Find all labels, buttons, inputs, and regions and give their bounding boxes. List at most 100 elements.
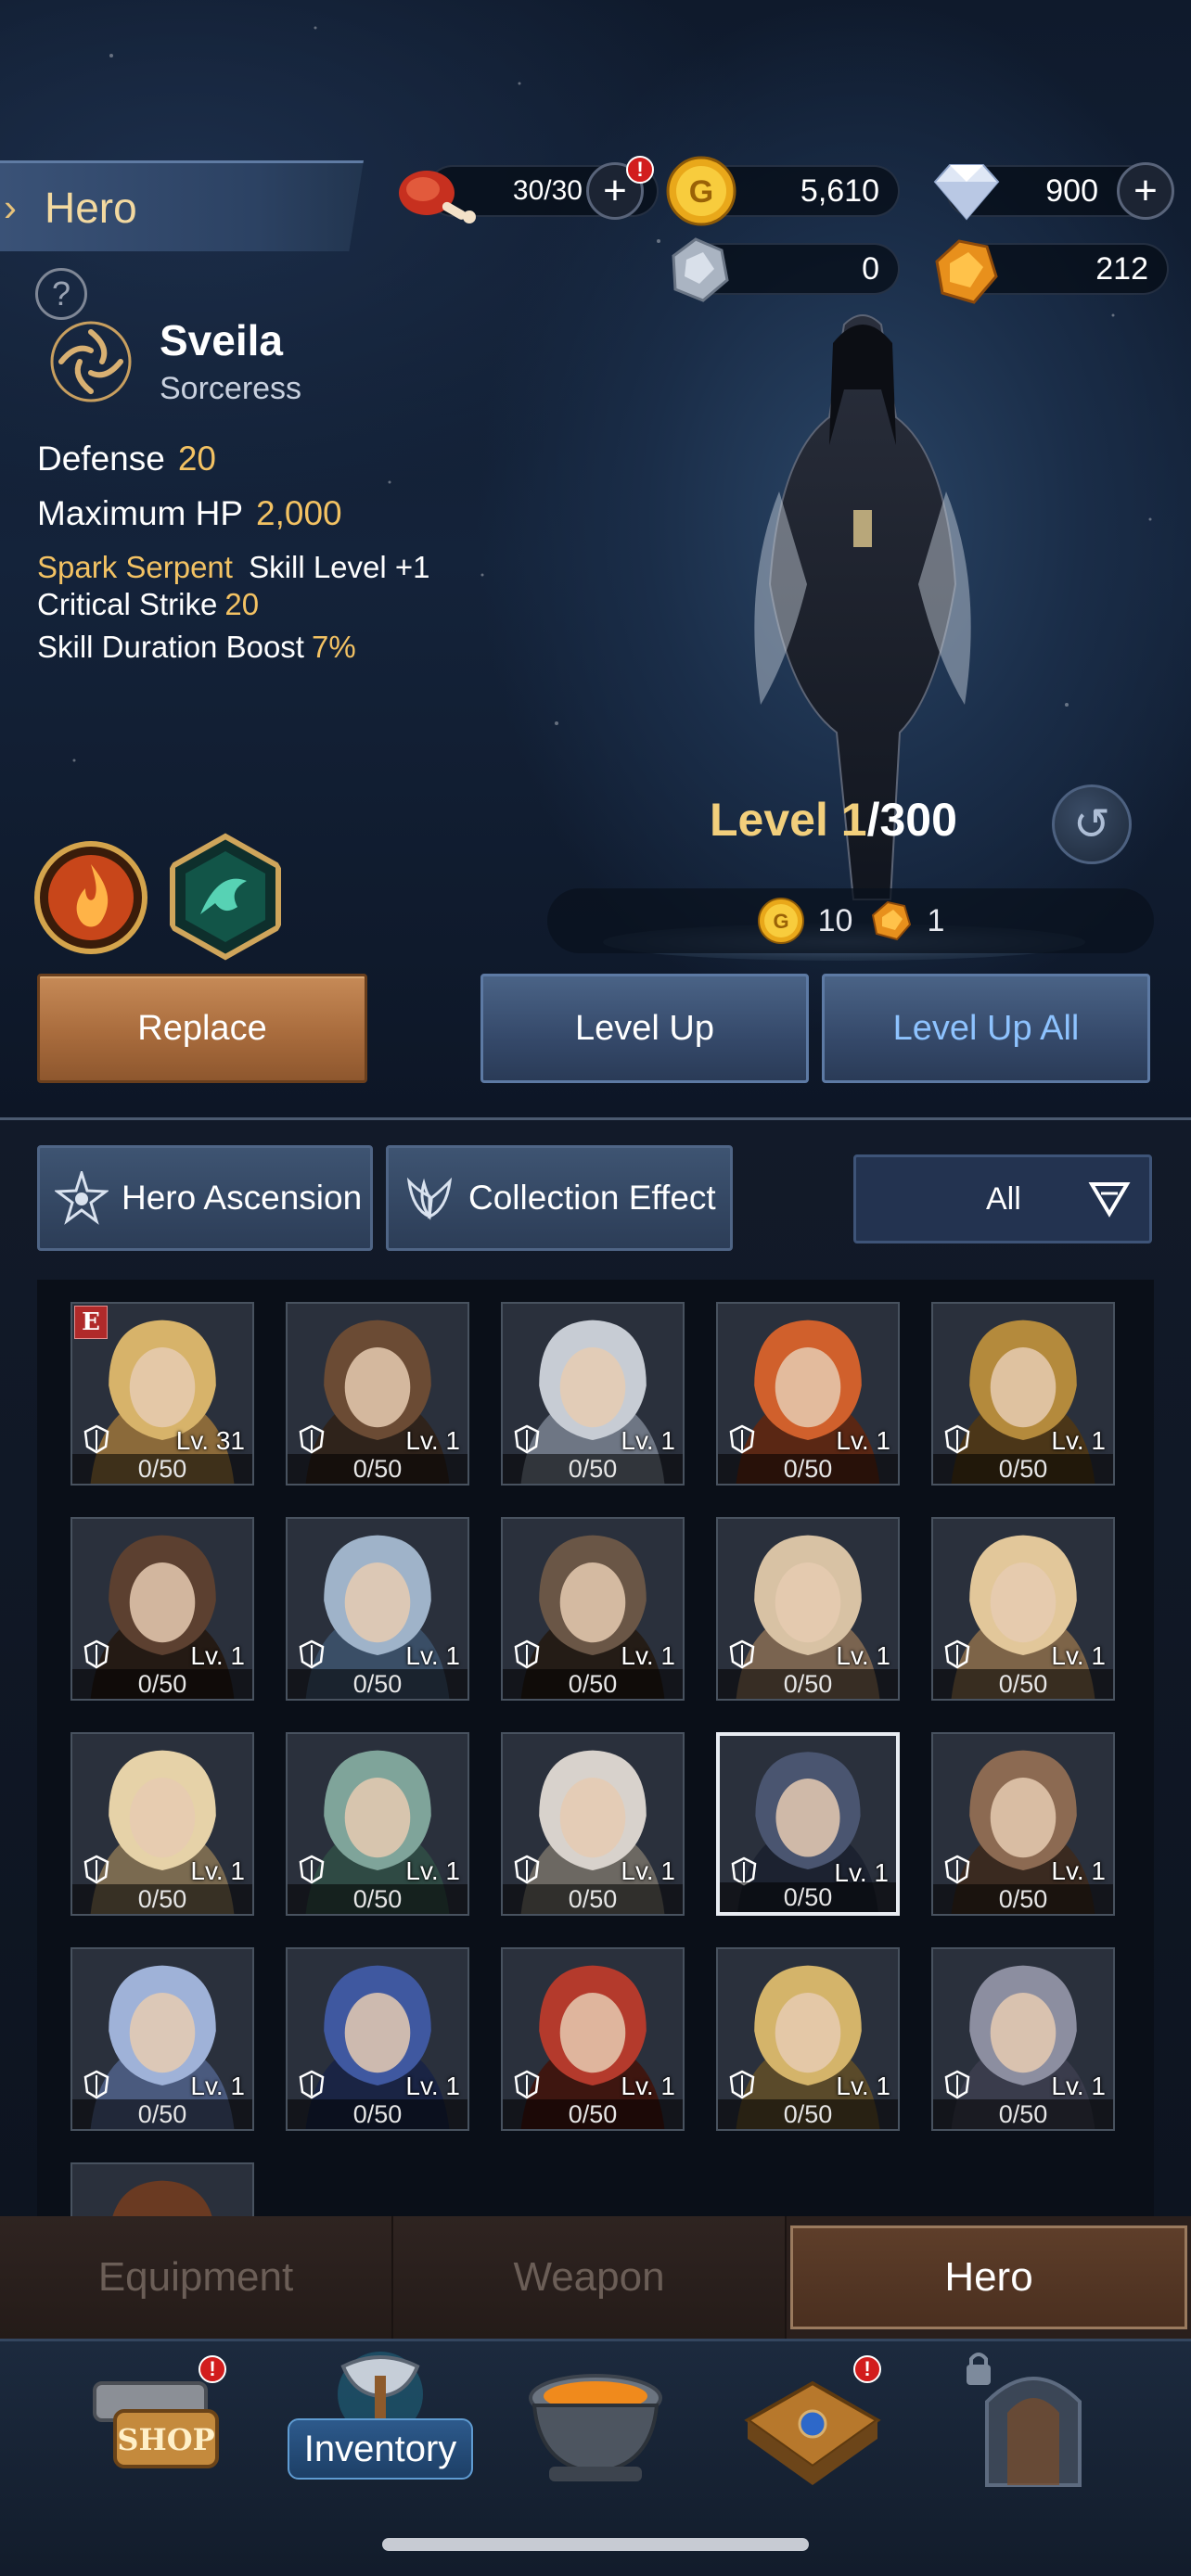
hero-card[interactable]: Lv. 1 0/50 (931, 1732, 1115, 1916)
level-label: Level (710, 794, 828, 846)
duration-label: Skill Duration Boost (37, 630, 304, 664)
hero-ascension-button[interactable]: Hero Ascension (37, 1145, 373, 1251)
gold-ore-icon (935, 239, 998, 304)
replace-button[interactable]: Replace (37, 974, 367, 1083)
hero-card-level: Lv. 1 (190, 1856, 245, 1885)
add-diamond-button[interactable]: + (1117, 162, 1174, 220)
hero-card[interactable]: E Lv. 31 0/50 (70, 1302, 254, 1486)
forge-cauldron-nav-button[interactable] (512, 2355, 679, 2494)
hero-card[interactable]: Lv. 1 0/50 (716, 1302, 900, 1486)
class-icon (83, 1639, 109, 1669)
section-title-bar: › Hero (0, 160, 364, 251)
hero-card-level: Lv. 1 (1051, 1856, 1106, 1885)
diamond-value: 900 (1045, 172, 1098, 209)
hero-card[interactable]: Lv. 1 0/50 (501, 1302, 685, 1486)
help-icon: ? (51, 274, 71, 312)
ascension-star-icon (55, 1171, 109, 1225)
hero-card[interactable]: Lv. 1 0/50 (931, 1302, 1115, 1486)
hero-card-level: Lv. 1 (836, 2072, 890, 2100)
fire-skill-icon[interactable] (33, 840, 148, 955)
hero-card-level: Lv. 1 (405, 2072, 460, 2100)
hero-card[interactable]: Lv. 1 0/50 (501, 1517, 685, 1701)
hero-card-level: Lv. 1 (405, 1641, 460, 1670)
filter-value: All (986, 1180, 1021, 1217)
hero-name: Sveila (160, 316, 283, 364)
class-icon (514, 1639, 540, 1669)
duration-value: 7% (311, 630, 356, 664)
hero-card[interactable]: Lv. 1 0/50 (931, 1517, 1115, 1701)
hero-card[interactable]: Lv. 1 0/50 (286, 1302, 469, 1486)
level-up-all-button[interactable]: Level Up All (822, 974, 1150, 1083)
stat-critical: Critical Strike 20 (37, 587, 259, 622)
stat-skill-duration: Skill Duration Boost 7% (37, 630, 356, 665)
gold-coin-icon: G (666, 156, 736, 226)
hero-card-grid: E Lv. 31 0/50 Lv. 1 0/50 Lv. 1 0/50 Lv. 1 0/50 Lv… (37, 1280, 1154, 2216)
bonus-skill-name: Spark Serpent (37, 550, 233, 584)
tab-equipment[interactable]: Equipment (0, 2216, 393, 2339)
cost-gold-value: 10 (817, 902, 853, 938)
hero-card-level: Lv. 1 (621, 1641, 675, 1670)
gold-coin-icon: G (757, 898, 804, 944)
class-icon (83, 1424, 109, 1454)
hero-portrait (72, 2164, 252, 2216)
shop-alert-badge: ! (198, 2355, 226, 2383)
chevron-right-icon: › (4, 185, 17, 229)
hero-card-shards: 0/50 (718, 2099, 898, 2129)
hero-card[interactable]: Lv. 1 0/50 (286, 1732, 469, 1916)
class-icon (299, 1639, 325, 1669)
bonus-skill-text: Skill Level +1 (249, 550, 430, 584)
hero-card[interactable]: Lv. 1 0/50 (286, 1947, 469, 2131)
hero-character-portrait (754, 314, 971, 900)
hero-card[interactable]: Lv. 1 0/50 (501, 1947, 685, 2131)
svg-text:G: G (689, 174, 713, 210)
hero-card-shards: 0/50 (933, 2099, 1113, 2129)
hero-card[interactable]: Lv. 1 0/50 (716, 1517, 900, 1701)
hero-card[interactable]: Lv. 1 0/50 (716, 1947, 900, 2131)
class-icon (83, 1855, 109, 1884)
cost-stone-value: 1 (927, 902, 945, 938)
hero-card-level: Lv. 1 (621, 1856, 675, 1885)
codex-alert-badge: ! (853, 2355, 881, 2383)
level-up-button[interactable]: Level Up (480, 974, 809, 1083)
hero-card[interactable]: Lv. 1 0/50 (931, 1947, 1115, 2131)
level-value: 1 (840, 794, 867, 846)
class-icon (729, 1639, 755, 1669)
class-icon (729, 1424, 755, 1454)
diamond-icon (933, 164, 1000, 221)
stat-skill-bonus: Spark Serpent Skill Level +1 (37, 550, 430, 585)
gold-ore-icon (872, 900, 912, 941)
level-max: /300 (866, 794, 957, 846)
hero-card[interactable]: Lv. 1 0/50 (70, 1732, 254, 1916)
stat-value: 2,000 (256, 494, 342, 532)
class-icon (514, 2070, 540, 2099)
tab-weapon[interactable]: Weapon (393, 2216, 787, 2339)
hero-card[interactable]: Lv. 1 0/50 (286, 1517, 469, 1701)
help-button[interactable]: ? (35, 268, 87, 320)
wings-icon (406, 1177, 453, 1220)
hero-card[interactable]: Lv. 1 0/50 (70, 1947, 254, 2131)
class-icon (514, 1424, 540, 1454)
sorceress-class-icon (50, 321, 132, 402)
reset-level-button[interactable]: ↺ (1052, 784, 1132, 864)
hero-card[interactable]: Lv. 1 0/50 (501, 1732, 685, 1916)
hero-card-shards: 0/50 (718, 1454, 898, 1484)
meat-icon (399, 171, 476, 223)
hero-filter-dropdown[interactable]: All (853, 1154, 1152, 1243)
inventory-nav-button[interactable]: Inventory (288, 2418, 473, 2480)
hero-card-shards: 0/50 (720, 1882, 896, 1912)
hero-class: Sorceress (160, 371, 302, 406)
hero-card[interactable]: Lv. 1 0/50 (70, 1517, 254, 1701)
hero-card-shards: 0/50 (503, 1669, 683, 1699)
collection-effect-button[interactable]: Collection Effect (386, 1145, 733, 1251)
svg-text:G: G (773, 910, 788, 933)
hero-card[interactable]: Lv. 1 0/50 (716, 1732, 900, 1916)
tab-hero[interactable]: Hero (790, 2225, 1187, 2329)
hero-card[interactable] (70, 2162, 254, 2216)
hero-card-shards: 0/50 (72, 1884, 252, 1914)
stamina-alert-badge: ! (626, 156, 654, 184)
stat-max-hp: Maximum HP 2,000 (37, 494, 342, 533)
section-title: Hero (45, 183, 137, 232)
gold-value: 5,610 (800, 172, 879, 209)
serpent-skill-icon[interactable] (163, 833, 288, 961)
locked-gate-nav-button[interactable] (959, 2346, 1108, 2494)
